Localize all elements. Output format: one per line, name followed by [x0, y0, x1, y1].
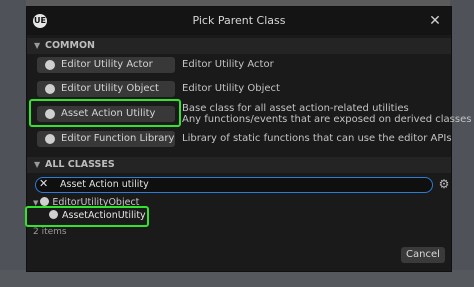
- object-icon: [40, 197, 50, 206]
- item-description: Library of static functions that can use…: [182, 133, 452, 144]
- backdrop-bottom: [0, 270, 474, 287]
- close-icon[interactable]: ✕: [425, 11, 445, 31]
- collapse-arrow-icon: ▼: [34, 41, 41, 50]
- pick-parent-class-dialog: UE Pick Parent Class ✕ ▼ COMMON Editor U…: [25, 6, 471, 272]
- button-label: Editor Function Library: [61, 133, 175, 144]
- object-icon: [45, 84, 55, 94]
- titlebar: UE Pick Parent Class ✕: [27, 7, 451, 35]
- editor-function-library-button[interactable]: Editor Function Library: [37, 131, 175, 147]
- editor-utility-actor-button[interactable]: Editor Utility Actor: [37, 57, 175, 73]
- highlight-box: [25, 206, 149, 227]
- backdrop-right: [450, 0, 474, 287]
- all-classes-section-header[interactable]: ▼ ALL CLASSES: [27, 157, 451, 173]
- backdrop-left: [0, 0, 26, 287]
- item-description: Editor Utility Actor: [182, 59, 274, 70]
- item-count: 2 items: [33, 227, 67, 237]
- button-label: Editor Utility Actor: [61, 59, 153, 70]
- actor-icon: [45, 60, 55, 70]
- dialog-title: Pick Parent Class: [192, 14, 286, 27]
- button-label: Editor Utility Object: [61, 83, 159, 94]
- settings-gear-icon[interactable]: ⚙: [437, 177, 451, 191]
- section-label: ALL CLASSES: [45, 159, 115, 170]
- item-description-line2: Any functions/events that are exposed on…: [182, 114, 472, 125]
- cancel-button[interactable]: Cancel: [401, 247, 445, 263]
- class-search-input[interactable]: ✕ Asset Action utility: [35, 177, 433, 193]
- collapse-arrow-icon: ▼: [34, 160, 41, 169]
- search-value: Asset Action utility: [60, 179, 149, 190]
- object-icon: [45, 134, 55, 144]
- section-label: COMMON: [45, 40, 95, 51]
- item-description: Editor Utility Object: [182, 83, 280, 94]
- highlight-box: [29, 99, 181, 127]
- clear-search-icon[interactable]: ✕: [39, 177, 48, 191]
- editor-utility-object-button[interactable]: Editor Utility Object: [37, 81, 175, 97]
- common-section-header[interactable]: ▼ COMMON: [27, 38, 451, 54]
